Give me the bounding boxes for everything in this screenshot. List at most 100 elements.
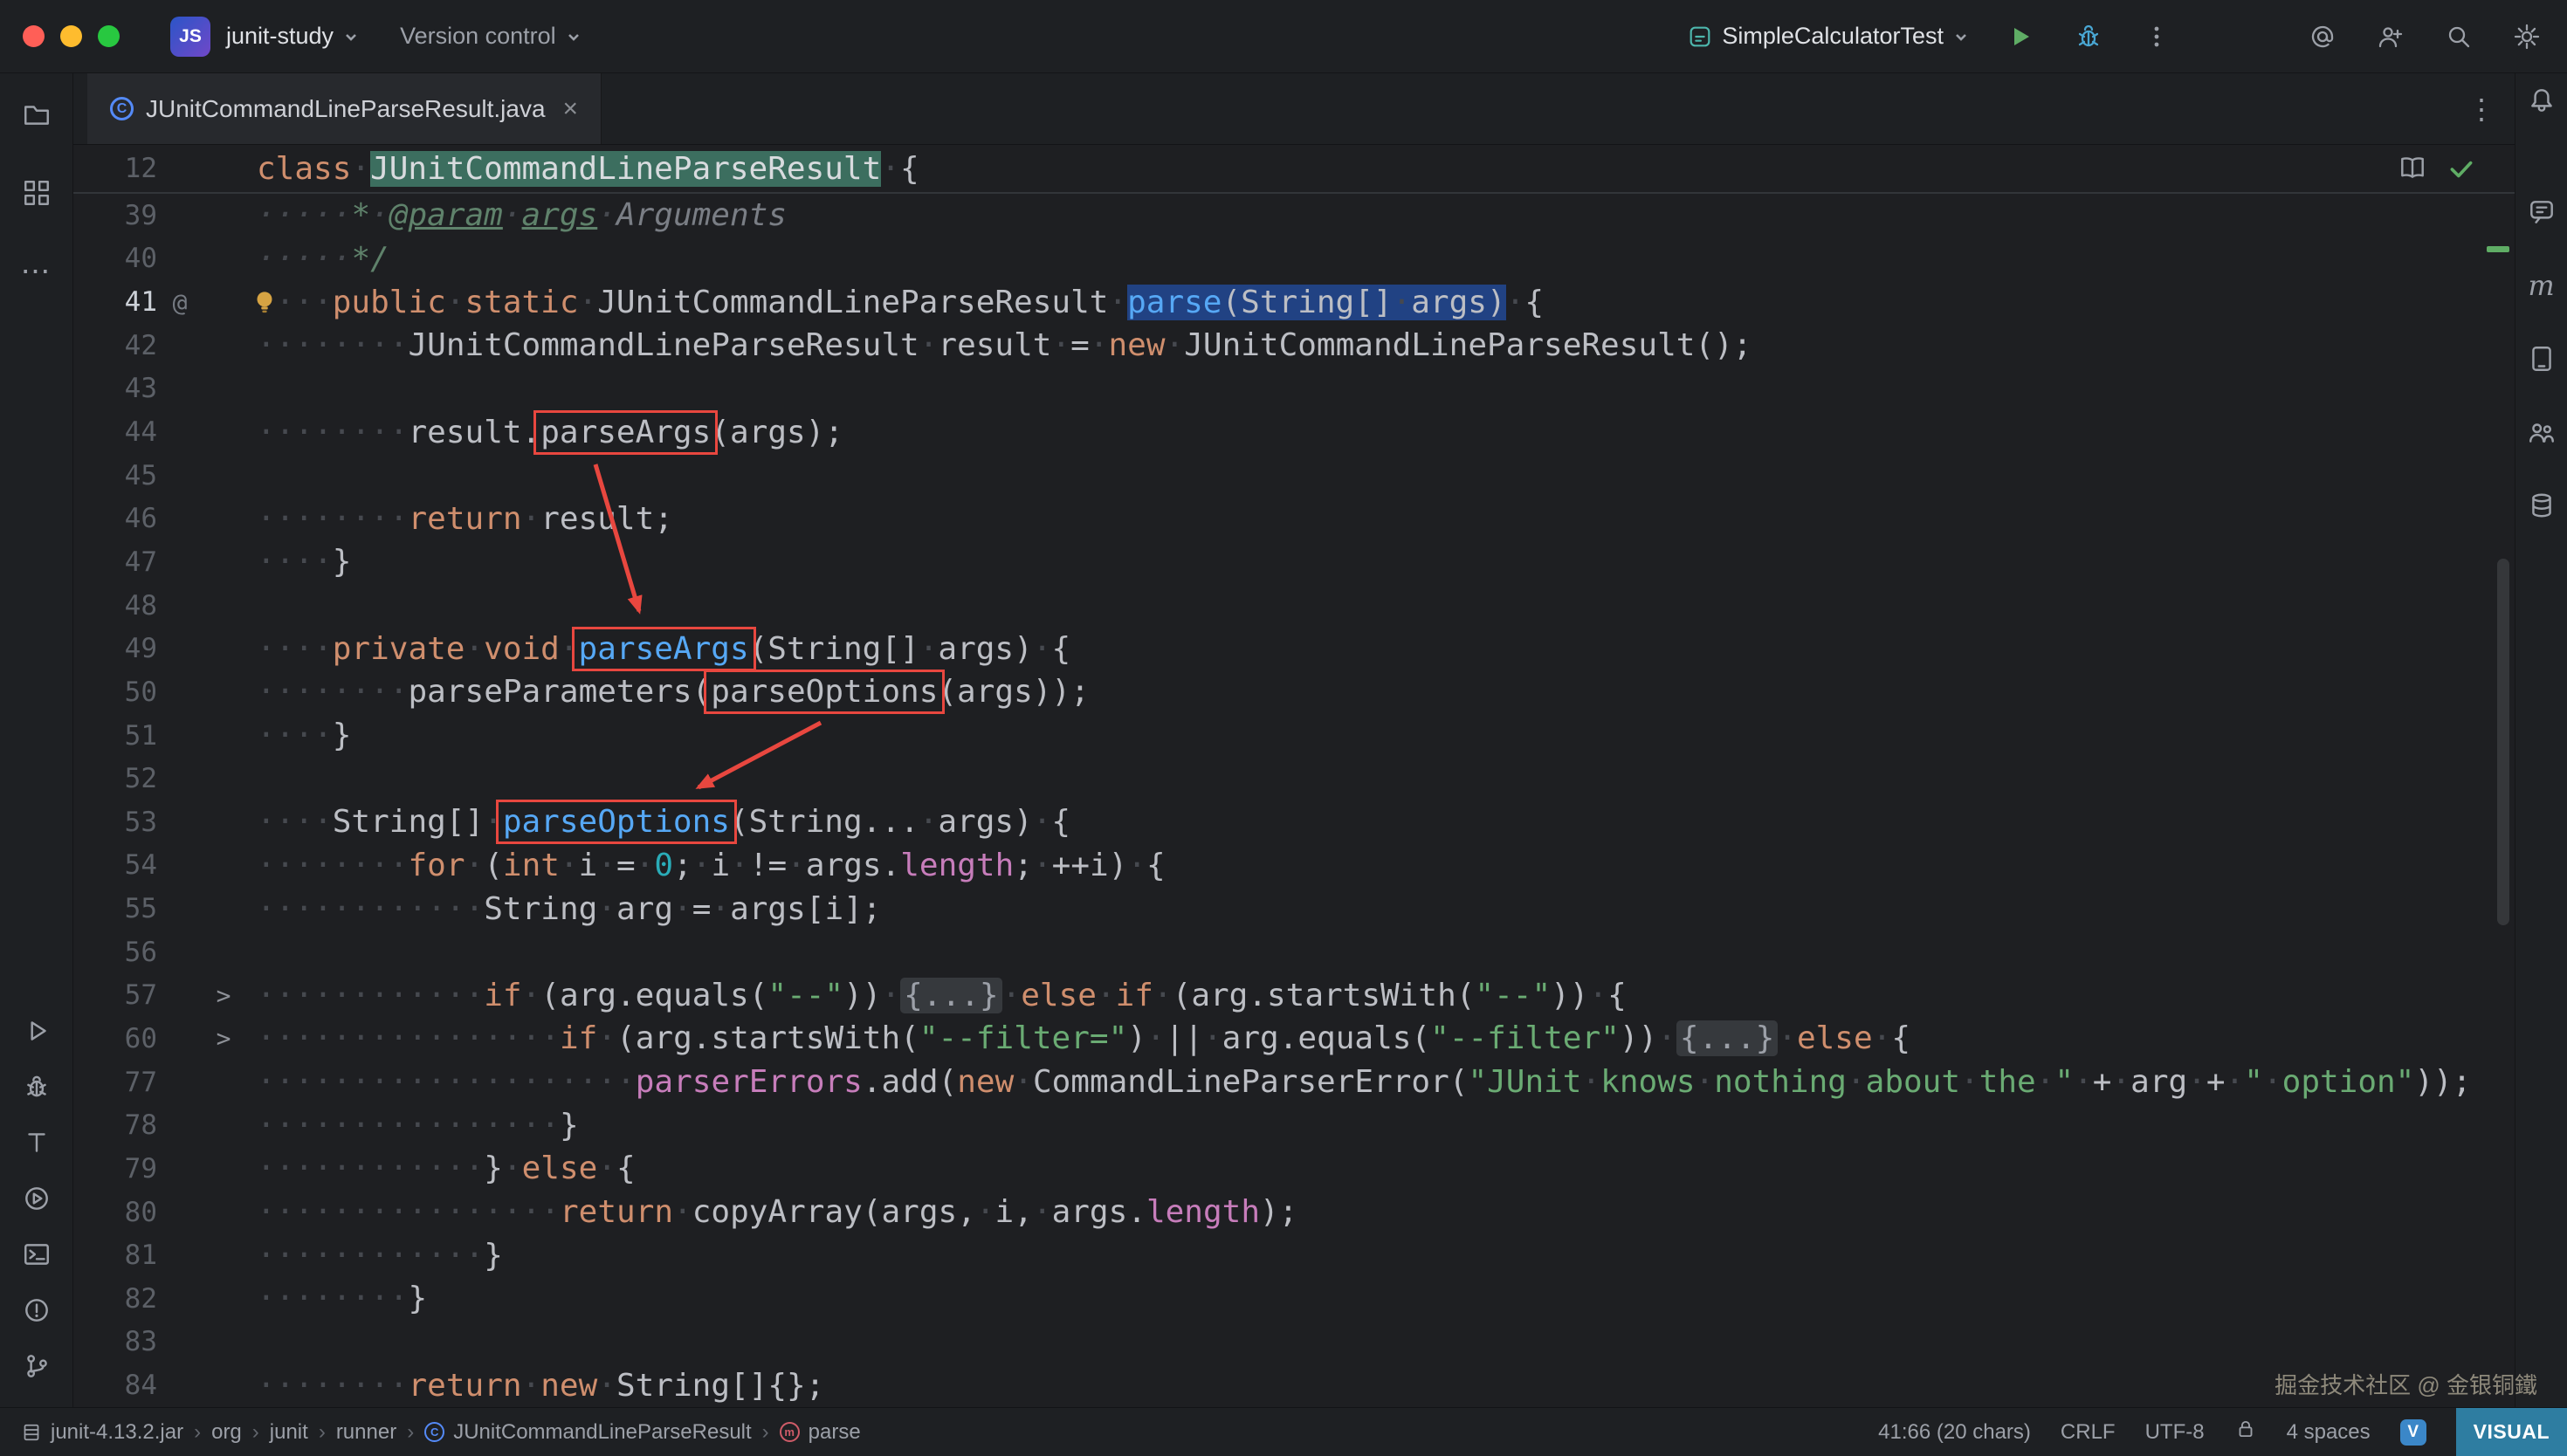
tab-options-icon[interactable]: ⋮ bbox=[2467, 73, 2515, 144]
editor-scrollbar[interactable] bbox=[2497, 559, 2509, 925]
line-number[interactable]: 56 bbox=[73, 937, 157, 968]
tab-junit-command-line-parse-result[interactable]: C JUnitCommandLineParseResult.java × bbox=[87, 73, 602, 144]
line-number[interactable]: 41 bbox=[73, 286, 157, 318]
intention-bulb-icon[interactable] bbox=[250, 287, 279, 317]
vcs-widget[interactable]: Version control bbox=[400, 23, 582, 50]
tool-gradle-button[interactable] bbox=[2517, 417, 2566, 491]
more-actions-button[interactable] bbox=[2139, 19, 2174, 54]
code-text[interactable]: ····} bbox=[244, 718, 2515, 753]
code-text[interactable]: ············}·else·{ bbox=[244, 1150, 2515, 1186]
code-line-40[interactable]: 40·····*/ bbox=[73, 237, 2515, 281]
line-number[interactable]: 50 bbox=[73, 676, 157, 708]
folded-region[interactable]: {...} bbox=[900, 978, 1001, 1013]
tool-device-button[interactable] bbox=[2517, 344, 2566, 417]
folded-region[interactable]: {...} bbox=[1676, 1020, 1778, 1056]
vim-mode-badge[interactable]: VISUAL bbox=[2456, 1408, 2567, 1456]
line-number[interactable]: 57 bbox=[73, 979, 157, 1011]
line-number[interactable]: 81 bbox=[73, 1240, 157, 1271]
line-number[interactable]: 78 bbox=[73, 1109, 157, 1141]
line-number[interactable]: 83 bbox=[73, 1326, 157, 1357]
code-line-57[interactable]: 57>············if·(arg.equals("--"))·{..… bbox=[73, 974, 2515, 1018]
code-text[interactable]: ········parseParameters(parseOptions(arg… bbox=[244, 674, 2515, 710]
tool-todo-button[interactable] bbox=[12, 1128, 61, 1184]
code-line-50[interactable]: 50 ········parseParameters(parseOptions(a… bbox=[73, 670, 2515, 714]
tool-notifications-button[interactable] bbox=[2517, 86, 2566, 159]
tool-services-button[interactable] bbox=[12, 1184, 61, 1240]
code-line-53[interactable]: 53····String[]·parseOptions(String...·ar… bbox=[73, 800, 2515, 844]
line-number[interactable]: 42 bbox=[73, 330, 157, 361]
code-line-46[interactable]: 46 ········return·result; bbox=[73, 497, 2515, 540]
breadcrumb-item[interactable]: CJUnitCommandLineParseResult bbox=[424, 1420, 751, 1445]
breadcrumb-item[interactable]: junit-4.13.2.jar bbox=[21, 1420, 183, 1445]
line-number[interactable]: 79 bbox=[73, 1153, 157, 1185]
code-line-51[interactable]: 51 ····} bbox=[73, 714, 2515, 758]
line-number[interactable]: 51 bbox=[73, 720, 157, 752]
run-configuration-selector[interactable]: SimpleCalculatorTest bbox=[1687, 23, 1970, 50]
tool-git-button[interactable] bbox=[12, 1351, 61, 1407]
code-line-78[interactable]: 78 ················} bbox=[73, 1103, 2515, 1147]
breadcrumb-item[interactable]: runner bbox=[336, 1420, 396, 1445]
code-text[interactable]: ············} bbox=[244, 1238, 2515, 1274]
code-text[interactable]: ········JUnitCommandLineParseResult·resu… bbox=[244, 327, 2515, 363]
reader-mode-icon[interactable] bbox=[2398, 154, 2427, 183]
tool-database-button[interactable] bbox=[2517, 491, 2566, 564]
code-line-41[interactable]: 41@····public·static·JUnitCommandLinePar… bbox=[73, 280, 2515, 324]
line-number[interactable]: 40 bbox=[73, 243, 157, 274]
code-text[interactable]: ········} bbox=[244, 1281, 2515, 1316]
line-number[interactable]: 55 bbox=[73, 893, 157, 924]
code-text[interactable]: ············String·arg·=·args[i]; bbox=[244, 891, 2515, 927]
code-line-77[interactable]: 77····················parserErrors.add(n… bbox=[73, 1061, 2515, 1104]
code-line-83[interactable]: 83 bbox=[73, 1321, 2515, 1364]
tool-more-button[interactable]: ⋯ bbox=[12, 257, 61, 335]
code-text[interactable]: ················return·copyArray(args,·i… bbox=[244, 1194, 2515, 1230]
code-line-84[interactable]: 84········return·new·String[]{}; bbox=[73, 1363, 2515, 1407]
sticky-header-line[interactable]: 12class·JUnitCommandLineParseResult·{ bbox=[73, 145, 2515, 194]
fold-arrow-icon[interactable]: > bbox=[203, 1024, 244, 1053]
close-tab-icon[interactable]: × bbox=[563, 94, 579, 124]
ideavim-icon[interactable]: V bbox=[2400, 1419, 2426, 1446]
code-line-45[interactable]: 45 bbox=[73, 454, 2515, 498]
tool-structure-button[interactable] bbox=[12, 178, 61, 257]
tool-debug-button[interactable] bbox=[12, 1072, 61, 1128]
tool-project-folder-button[interactable] bbox=[12, 100, 61, 178]
file-encoding[interactable]: UTF-8 bbox=[2145, 1420, 2205, 1445]
line-number[interactable]: 60 bbox=[73, 1023, 157, 1054]
code-line-82[interactable]: 82 ········} bbox=[73, 1277, 2515, 1321]
code-line-43[interactable]: 43 bbox=[73, 367, 2515, 411]
code-line-49[interactable]: 49····private·void·parseArgs(String[]·ar… bbox=[73, 627, 2515, 670]
line-separator[interactable]: CRLF bbox=[2061, 1420, 2116, 1445]
line-number[interactable]: 82 bbox=[73, 1283, 157, 1315]
tool-terminal-button[interactable] bbox=[12, 1240, 61, 1295]
tool-maven-button[interactable]: m bbox=[2517, 271, 2566, 344]
line-number[interactable]: 12 bbox=[73, 153, 157, 184]
debug-button[interactable] bbox=[2071, 19, 2106, 54]
inspections-widget[interactable] bbox=[2398, 154, 2476, 183]
code-line-52[interactable]: 52 bbox=[73, 757, 2515, 800]
code-text[interactable]: ············if·(arg.equals("--"))·{...}·… bbox=[244, 978, 2515, 1013]
at-mentions-button[interactable] bbox=[2305, 19, 2340, 54]
code-text[interactable]: ····private·void·parseArgs(String[]·args… bbox=[244, 631, 2515, 667]
readonly-lock-icon[interactable] bbox=[2234, 1418, 2257, 1446]
no-problems-check-icon[interactable] bbox=[2447, 154, 2476, 183]
line-number[interactable]: 54 bbox=[73, 849, 157, 881]
code-text[interactable]: ················} bbox=[244, 1108, 2515, 1144]
tool-problems-button[interactable] bbox=[12, 1295, 61, 1351]
line-number[interactable]: 46 bbox=[73, 503, 157, 534]
code-line-47[interactable]: 47····} bbox=[73, 540, 2515, 584]
code-line-55[interactable]: 55 ············String·arg·=·args[i]; bbox=[73, 887, 2515, 931]
code-text[interactable]: ········return·result; bbox=[244, 501, 2515, 537]
code-line-48[interactable]: 48 bbox=[73, 584, 2515, 628]
breadcrumb-item[interactable]: junit bbox=[270, 1420, 308, 1445]
project-selector[interactable]: junit-study bbox=[226, 23, 360, 50]
line-number[interactable]: 48 bbox=[73, 590, 157, 622]
line-number[interactable]: 77 bbox=[73, 1067, 157, 1098]
close-window-button[interactable] bbox=[23, 25, 45, 47]
line-number[interactable]: 45 bbox=[73, 460, 157, 491]
line-number[interactable]: 39 bbox=[73, 200, 157, 231]
code-text[interactable]: ····} bbox=[244, 544, 2515, 580]
code-line-39[interactable]: 39·····*·@param·args·Arguments bbox=[73, 194, 2515, 237]
code-text[interactable]: ········result.parseArgs(args); bbox=[244, 415, 2515, 450]
line-number[interactable]: 84 bbox=[73, 1370, 157, 1401]
indent-style[interactable]: 4 spaces bbox=[2287, 1420, 2371, 1445]
line-number[interactable]: 43 bbox=[73, 373, 157, 404]
